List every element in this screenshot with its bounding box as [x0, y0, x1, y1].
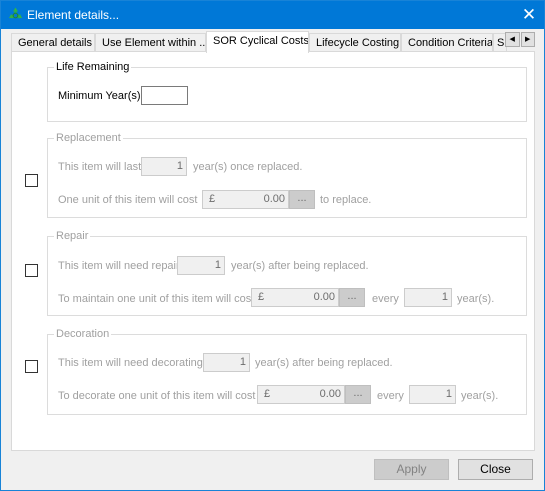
tab-scroll-buttons: ◀ ▶: [504, 32, 535, 47]
currency-symbol: £: [264, 388, 271, 400]
decoration-every-suffix: year(s).: [461, 390, 499, 402]
tab-use-element-within[interactable]: Use Element within ..: [95, 33, 206, 52]
replacement-cost-label: One unit of this item will cost: [58, 194, 198, 206]
minimum-years-label: Minimum Year(s): [58, 90, 141, 102]
decoration-group: Decoration This item will need decoratin…: [47, 327, 527, 415]
scroll-right-icon[interactable]: ▶: [520, 32, 535, 47]
repair-cost-input[interactable]: £ 0.00: [251, 288, 339, 307]
currency-symbol: £: [258, 291, 265, 303]
tab-lifecycle-costing[interactable]: Lifecycle Costing: [309, 33, 401, 52]
repair-need-label: This item will need repair: [58, 260, 180, 272]
replacement-last-label: This item will last: [58, 161, 142, 173]
life-remaining-legend: Life Remaining: [54, 60, 132, 74]
decoration-checkbox[interactable]: [25, 360, 38, 373]
decoration-every-years-input[interactable]: 1: [409, 385, 456, 404]
replacement-last-suffix: year(s) once replaced.: [193, 161, 303, 173]
life-remaining-group: Life Remaining Minimum Year(s): [47, 60, 527, 122]
decoration-cost-browse-button[interactable]: ...: [345, 385, 371, 404]
replacement-legend: Replacement: [54, 131, 123, 145]
title-bar: Element details... ✕: [1, 1, 544, 29]
tab-general-details[interactable]: General details: [11, 33, 95, 52]
repair-cost-browse-button[interactable]: ...: [339, 288, 365, 307]
decoration-legend: Decoration: [54, 327, 112, 341]
decoration-every-label: every: [377, 390, 404, 402]
replacement-checkbox[interactable]: [25, 174, 38, 187]
replacement-group: Replacement This item will last 1 year(s…: [47, 131, 527, 218]
close-button[interactable]: Close: [458, 459, 533, 480]
scroll-left-icon[interactable]: ◀: [505, 32, 520, 47]
decoration-cost-input[interactable]: £ 0.00: [257, 385, 345, 404]
decoration-need-label: This item will need decorating: [58, 357, 203, 369]
element-details-dialog: Element details... ✕ General details Use…: [0, 0, 545, 491]
sor-cyclical-costs-panel: Life Remaining Minimum Year(s) Replaceme…: [11, 51, 535, 451]
decoration-years-input[interactable]: 1: [203, 353, 250, 372]
replacement-cost-browse-button[interactable]: ...: [289, 190, 315, 209]
repair-group: Repair This item will need repair 1 year…: [47, 229, 527, 316]
repair-legend: Repair: [54, 229, 91, 243]
decoration-cost-label: To decorate one unit of this item will c…: [58, 390, 256, 402]
replacement-cost-input[interactable]: £ 0.00: [202, 190, 289, 209]
repair-cost-value: 0.00: [313, 291, 335, 303]
currency-symbol: £: [209, 193, 216, 205]
repair-cost-label: To maintain one unit of this item will c…: [58, 293, 255, 305]
apply-button[interactable]: Apply: [374, 459, 449, 480]
repair-every-label: every: [372, 293, 399, 305]
decoration-cost-value: 0.00: [319, 388, 341, 400]
tab-strip: General details Use Element within .. SO…: [11, 31, 535, 53]
repair-years-input[interactable]: 1: [177, 256, 225, 275]
window-title: Element details...: [27, 8, 120, 22]
tab-sor-cyclical-costs[interactable]: SOR Cyclical Costs: [206, 31, 309, 53]
replacement-cost-suffix: to replace.: [320, 194, 372, 206]
repair-every-years-input[interactable]: 1: [404, 288, 452, 307]
tab-condition-criteria[interactable]: Condition Criteria: [401, 33, 493, 52]
repair-checkbox[interactable]: [25, 264, 38, 277]
close-icon[interactable]: ✕: [514, 1, 544, 29]
repair-need-suffix: year(s) after being replaced.: [231, 260, 369, 272]
minimum-years-input[interactable]: [141, 86, 188, 105]
recycle-icon: [7, 6, 24, 23]
decoration-need-suffix: year(s) after being replaced.: [255, 357, 393, 369]
replacement-cost-value: 0.00: [263, 193, 285, 205]
repair-every-suffix: year(s).: [457, 293, 495, 305]
replacement-last-years-input[interactable]: 1: [141, 157, 187, 176]
